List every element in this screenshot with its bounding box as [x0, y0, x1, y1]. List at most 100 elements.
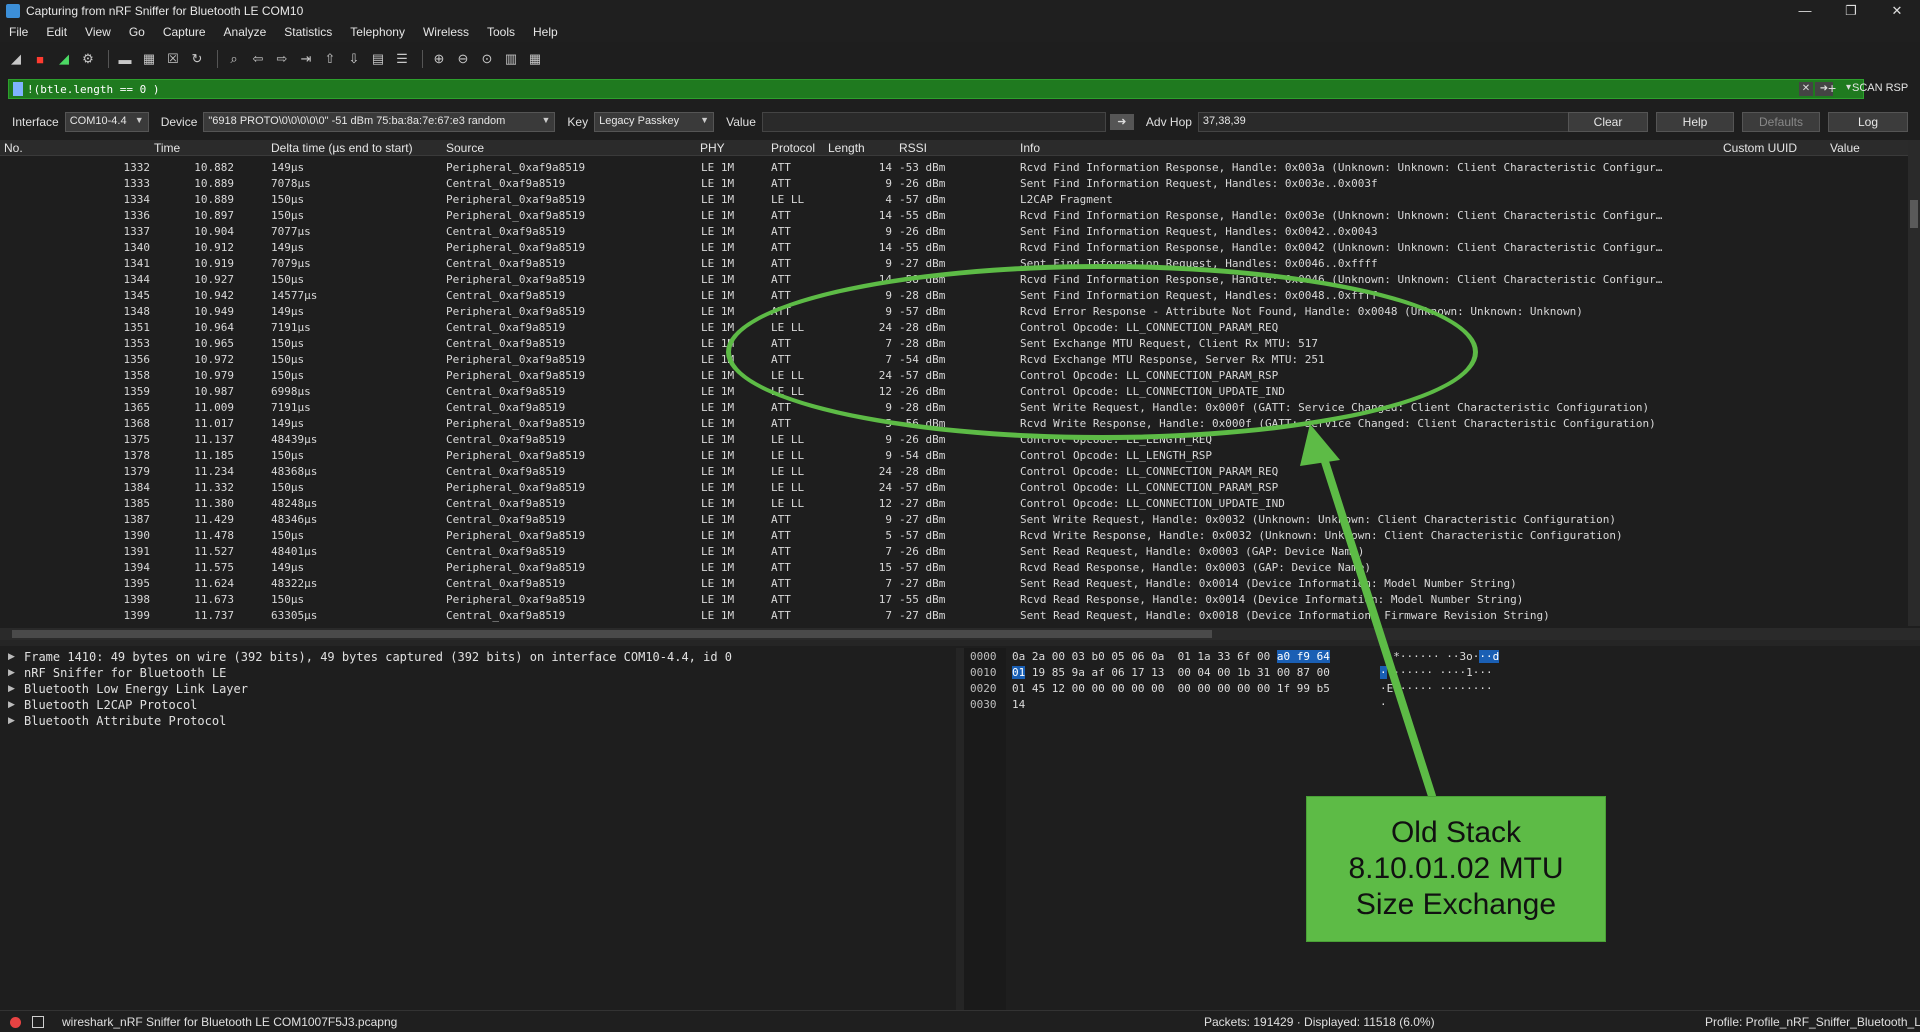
close-file-icon[interactable]: ☒: [163, 49, 183, 69]
zoom-in-icon[interactable]: ⊕: [429, 49, 449, 69]
maximize-icon[interactable]: ❐: [1828, 0, 1874, 22]
menu-wireless[interactable]: Wireless: [423, 25, 469, 39]
packet-row[interactable]: 1333 10.889 7078µs Central_0xaf9a8519 LE 1M A…: [0, 176, 1908, 192]
packet-row[interactable]: 1341 10.919 7079µs Central_0xaf9a8519 LE 1M A…: [0, 256, 1908, 272]
menu-telephony[interactable]: Telephony: [350, 25, 405, 39]
expand-arrow-icon[interactable]: ▶: [8, 683, 15, 694]
packet-row[interactable]: 1399 11.737 63305µs Central_0xaf9a8519 LE 1M…: [0, 608, 1908, 624]
packet-row[interactable]: 1398 11.673 150µs Peripheral_0xaf9a8519 LE 1…: [0, 592, 1908, 608]
packet-row[interactable]: 1337 10.904 7077µs Central_0xaf9a8519 LE 1M A…: [0, 224, 1908, 240]
packet-row[interactable]: 1385 11.380 48248µs Central_0xaf9a8519 LE 1M…: [0, 496, 1908, 512]
column-value[interactable]: Value: [1830, 141, 1860, 155]
menu-analyze[interactable]: Analyze: [224, 25, 267, 39]
go-first-icon[interactable]: ⇧: [320, 49, 340, 69]
column-custom-uuid[interactable]: Custom UUID: [1723, 141, 1797, 155]
apply-key-arrow-icon[interactable]: ➜: [1109, 114, 1134, 130]
bookmark-icon[interactable]: [13, 82, 23, 96]
capture-comment-icon[interactable]: [32, 1016, 44, 1028]
stop-capture-icon[interactable]: ■: [30, 49, 50, 69]
packet-cell-source: Peripheral_0xaf9a8519: [446, 353, 586, 366]
expand-arrow-icon[interactable]: ▶: [8, 715, 15, 726]
auto-scroll-icon[interactable]: ▤: [368, 49, 388, 69]
expand-arrow-icon[interactable]: ▶: [8, 667, 15, 678]
column-length[interactable]: Length: [828, 141, 865, 155]
go-forward-icon[interactable]: ⇨: [272, 49, 292, 69]
packet-row[interactable]: 1394 11.575 149µs Peripheral_0xaf9a8519 LE 1…: [0, 560, 1908, 576]
column-time[interactable]: Time: [154, 141, 180, 155]
menu-statistics[interactable]: Statistics: [284, 25, 332, 39]
packet-row[interactable]: 1375 11.137 48439µs Central_0xaf9a8519 LE 1M…: [0, 432, 1908, 448]
key-select[interactable]: Legacy Passkey ▼: [594, 112, 715, 132]
packet-row[interactable]: 1391 11.527 48401µs Central_0xaf9a8519 LE 1M…: [0, 544, 1908, 560]
open-file-icon[interactable]: ▬: [115, 49, 135, 69]
packet-row[interactable]: 1395 11.624 48322µs Central_0xaf9a8519 LE 1M…: [0, 576, 1908, 592]
column-phy[interactable]: PHY: [700, 141, 725, 155]
resize-columns-icon[interactable]: ▥: [501, 49, 521, 69]
zoom-normal-icon[interactable]: ⊙: [477, 49, 497, 69]
packet-row[interactable]: 1384 11.332 150µs Peripheral_0xaf9a8519 LE 1…: [0, 480, 1908, 496]
scan-rsp-button[interactable]: SCAN RSP: [1852, 82, 1908, 94]
packet-cell-len: 9: [885, 177, 892, 190]
menu-help[interactable]: Help: [533, 25, 558, 39]
packet-row[interactable]: 1387 11.429 48346µs Central_0xaf9a8519 LE 1M…: [0, 512, 1908, 528]
layout-icon[interactable]: ▦: [525, 49, 545, 69]
scrollbar-thumb[interactable]: [1910, 200, 1918, 228]
go-last-icon[interactable]: ⇩: [344, 49, 364, 69]
zoom-out-icon[interactable]: ⊖: [453, 49, 473, 69]
defaults-button[interactable]: Defaults: [1742, 112, 1820, 132]
column-protocol[interactable]: Protocol: [771, 141, 815, 155]
adv-hop-input[interactable]: 37,38,39: [1197, 112, 1604, 132]
menu-edit[interactable]: Edit: [46, 25, 67, 39]
interface-select[interactable]: COM10-4.4 ▼: [64, 112, 149, 132]
menu-file[interactable]: File: [9, 25, 28, 39]
clear-button[interactable]: Clear: [1568, 112, 1648, 132]
packet-cell-delta: 7191µs: [271, 401, 311, 414]
packet-row[interactable]: 1332 10.882 149µs Peripheral_0xaf9a8519 LE 1…: [0, 160, 1908, 176]
column-info[interactable]: Info: [1020, 141, 1040, 155]
filter-history-dropdown-icon[interactable]: ▾: [1846, 82, 1851, 93]
restart-capture-icon[interactable]: ◢: [54, 49, 74, 69]
packet-row[interactable]: 1336 10.897 150µs Peripheral_0xaf9a8519 LE 1…: [0, 208, 1908, 224]
column-no[interactable]: No.: [4, 141, 23, 155]
column-delta-time[interactable]: Delta time (µs end to start): [271, 141, 413, 155]
help-button[interactable]: Help: [1656, 112, 1734, 132]
log-button[interactable]: Log: [1828, 112, 1908, 132]
menu-capture[interactable]: Capture: [163, 25, 206, 39]
packet-row[interactable]: 1378 11.185 150µs Peripheral_0xaf9a8519 LE 1…: [0, 448, 1908, 464]
packet-row[interactable]: 1379 11.234 48368µs Central_0xaf9a8519 LE 1M…: [0, 464, 1908, 480]
reload-file-icon[interactable]: ↻: [187, 49, 207, 69]
expand-arrow-icon[interactable]: ▶: [8, 651, 15, 662]
menu-tools[interactable]: Tools: [487, 25, 515, 39]
shark-fin-icon[interactable]: ◢: [6, 49, 26, 69]
profile-name[interactable]: Profile: Profile_nRF_Sniffer_Bluetooth_L…: [1705, 1015, 1920, 1029]
scrollbar-thumb[interactable]: [12, 630, 1212, 638]
key-value-input[interactable]: [761, 112, 1106, 132]
expert-info-icon[interactable]: [10, 1017, 21, 1028]
menu-go[interactable]: Go: [129, 25, 145, 39]
display-filter-input[interactable]: !(btle.length == 0 ) ✕ ➜ ▾: [8, 79, 1864, 99]
column-rssi[interactable]: RSSI: [899, 141, 927, 155]
packet-cell-no: 1378: [123, 449, 151, 462]
minimize-icon[interactable]: —: [1782, 0, 1828, 22]
pane-splitter[interactable]: [0, 640, 1920, 646]
column-source[interactable]: Source: [446, 141, 484, 155]
display-filter-text[interactable]: !(btle.length == 0 ): [27, 83, 159, 96]
find-packet-icon[interactable]: ⌕: [224, 49, 244, 69]
packet-list-vertical-scrollbar[interactable]: [1908, 140, 1920, 626]
go-back-icon[interactable]: ⇦: [248, 49, 268, 69]
capture-options-icon[interactable]: ⚙: [78, 49, 98, 69]
device-select[interactable]: "6918 PROTO\0\0\0\0\0" -51 dBm 75:ba:8a:…: [203, 112, 556, 132]
expand-arrow-icon[interactable]: ▶: [8, 699, 15, 710]
menu-view[interactable]: View: [85, 25, 111, 39]
colorize-icon[interactable]: ☰: [392, 49, 412, 69]
packet-row[interactable]: 1390 11.478 150µs Peripheral_0xaf9a8519 LE 1…: [0, 528, 1908, 544]
packet-list-horizontal-scrollbar[interactable]: [0, 628, 1920, 640]
close-icon[interactable]: ✕: [1874, 0, 1920, 22]
add-filter-button-icon[interactable]: +: [1828, 80, 1836, 96]
save-file-icon[interactable]: ▦: [139, 49, 159, 69]
packet-row[interactable]: 1340 10.912 149µs Peripheral_0xaf9a8519 LE 1…: [0, 240, 1908, 256]
packet-row[interactable]: 1334 10.889 150µs Peripheral_0xaf9a8519 LE 1…: [0, 192, 1908, 208]
go-to-packet-icon[interactable]: ⇥: [296, 49, 316, 69]
clear-filter-icon[interactable]: ✕: [1799, 82, 1813, 96]
vertical-splitter[interactable]: [956, 648, 964, 1010]
